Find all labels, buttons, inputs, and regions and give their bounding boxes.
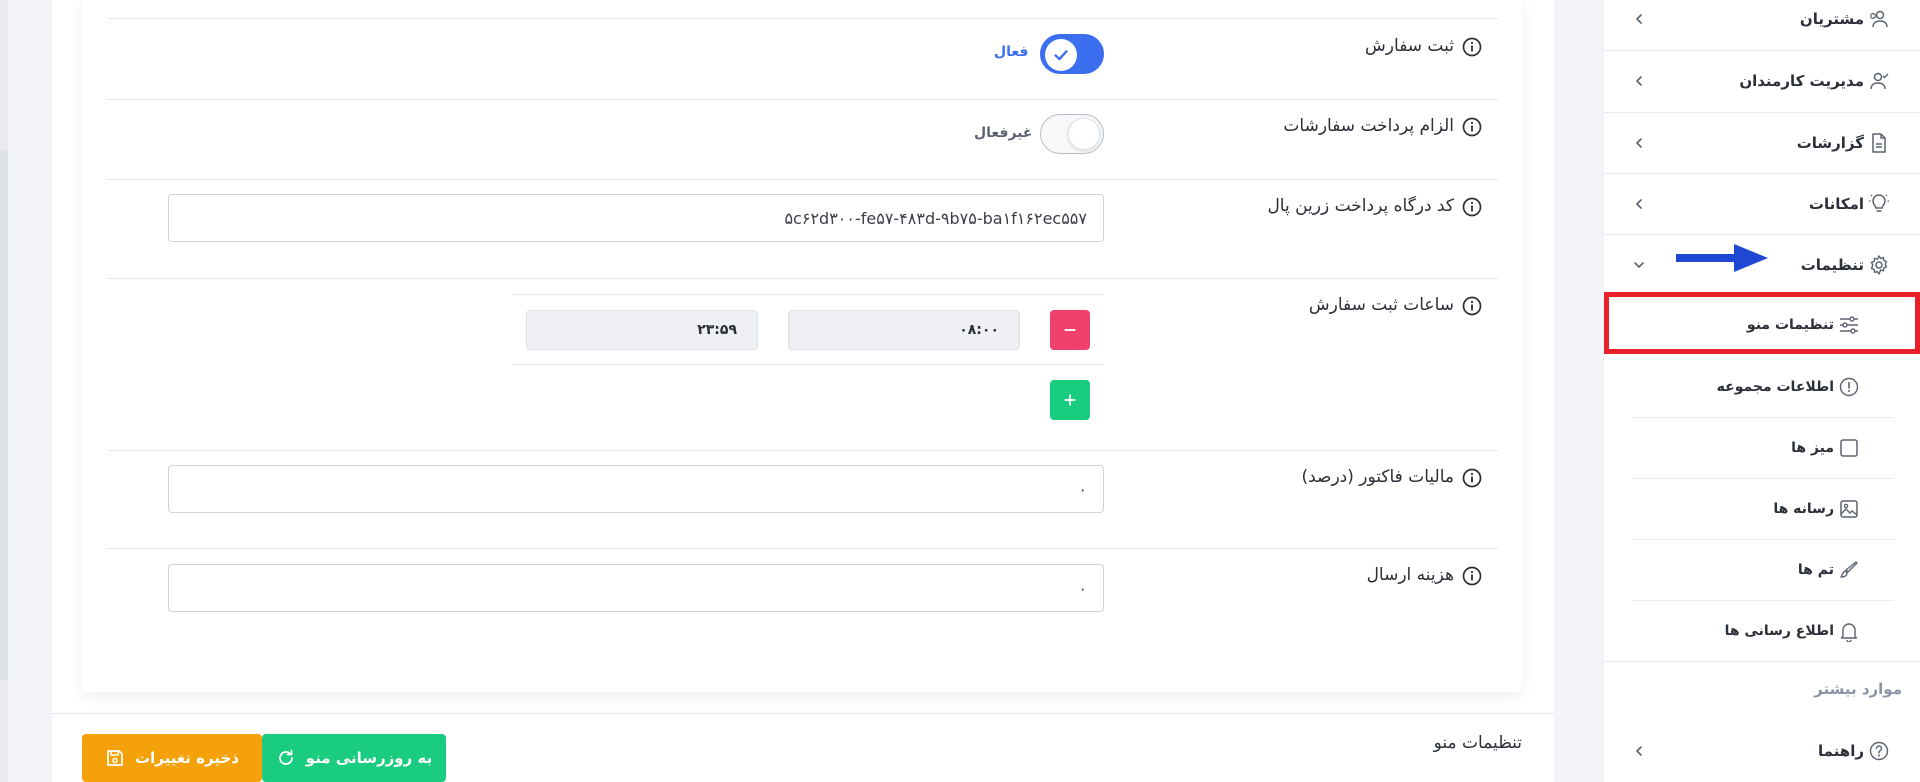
hours-box-divider xyxy=(512,364,1104,365)
add-hours-button[interactable] xyxy=(1050,380,1090,420)
sidebar-subitem-themes[interactable]: تم ها xyxy=(1632,539,1894,600)
row-divider xyxy=(108,18,1498,19)
row-divider xyxy=(108,179,1498,180)
remove-hours-button[interactable] xyxy=(1050,310,1090,350)
sidebar-subitem-label: میز ها xyxy=(1791,439,1834,456)
sidebar-subitem-label: تم ها xyxy=(1797,561,1834,578)
check-icon xyxy=(1054,50,1068,61)
toggle-knob xyxy=(1068,118,1100,150)
sidebar-item-reports[interactable]: گزارشات xyxy=(1604,112,1920,174)
info-icon[interactable] xyxy=(1462,296,1482,316)
chevron-left-icon xyxy=(1632,74,1646,88)
row-divider xyxy=(108,548,1498,549)
sidebar-item-label: تنظیمات xyxy=(1800,256,1864,274)
toggle-knob xyxy=(1045,39,1077,71)
sidebar-item-label: راهنما xyxy=(1818,742,1864,760)
footer-divider xyxy=(52,713,1554,714)
toggle-status-text: غیرفعال xyxy=(974,125,1033,141)
invoice-tax-label: مالیات فاکتور (درصد) xyxy=(1301,467,1454,487)
row-divider xyxy=(108,278,1498,279)
sidebar-subitem-label: رسانه ها xyxy=(1773,500,1834,517)
chevron-left-icon xyxy=(1632,12,1646,26)
save-icon xyxy=(107,750,123,766)
save-changes-label: ذخیره تغییرات xyxy=(135,749,239,767)
sidebar-item-label: گزارشات xyxy=(1796,134,1864,152)
sidebar-item-help[interactable]: راهنما xyxy=(1604,720,1920,782)
payment-required-label: الزام پرداخت سفارشات xyxy=(1283,116,1454,136)
chevron-left-icon xyxy=(1632,744,1646,758)
hours-to-input[interactable] xyxy=(526,310,758,350)
zarinpal-code-label: کد درگاه پرداخت زرین پال xyxy=(1267,196,1454,216)
toggle-status-text: فعال xyxy=(994,44,1029,60)
shipping-cost-label: هزینه ارسال xyxy=(1366,565,1454,585)
info-icon xyxy=(1838,376,1860,398)
sidebar-subitem-label: اطلاع رسانی ها xyxy=(1724,622,1834,639)
sidebar-item-features[interactable]: امکانات xyxy=(1604,173,1920,235)
info-icon[interactable] xyxy=(1462,566,1482,586)
sidebar-subitem-notifications[interactable]: اطلاع رسانی ها xyxy=(1632,600,1894,661)
annotation-arrow xyxy=(1676,244,1768,272)
help-icon xyxy=(1868,740,1890,762)
sidebar-item-employees[interactable]: مدیریت کارمندان xyxy=(1604,50,1920,112)
users-icon xyxy=(1868,8,1890,30)
gear-icon xyxy=(1868,254,1890,276)
info-icon[interactable] xyxy=(1462,37,1482,57)
payment-required-toggle[interactable] xyxy=(1040,114,1104,154)
refresh-menu-label: به روزرسانی منو xyxy=(305,749,433,767)
sidebar-subitem-venue-info[interactable]: اطلاعات مجموعه xyxy=(1632,356,1894,417)
refresh-menu-button[interactable]: به روزرسانی منو xyxy=(262,734,446,782)
info-icon[interactable] xyxy=(1462,468,1482,488)
refresh-icon xyxy=(278,749,293,765)
document-icon xyxy=(1868,132,1890,154)
hours-from-input[interactable] xyxy=(788,310,1020,350)
chevron-left-icon xyxy=(1632,136,1646,150)
chevron-left-icon xyxy=(1632,197,1646,211)
bulb-icon xyxy=(1868,193,1890,215)
sidebar-item-label: مشتریان xyxy=(1799,10,1864,28)
info-icon[interactable] xyxy=(1462,117,1482,137)
plus-icon xyxy=(1064,394,1076,406)
left-edge-strip xyxy=(0,0,8,782)
order-hours-label: ساعات ثبت سفارش xyxy=(1308,295,1454,315)
sidebar-item-label: مدیریت کارمندان xyxy=(1739,72,1864,90)
zarinpal-code-input[interactable] xyxy=(168,194,1104,242)
row-divider xyxy=(108,99,1498,100)
order-registration-label: ثبت سفارش xyxy=(1365,36,1454,56)
sidebar-item-customers[interactable]: مشتریان xyxy=(1604,0,1920,50)
sidebar-item-label: امکانات xyxy=(1808,195,1864,213)
user-check-icon xyxy=(1868,70,1890,92)
order-registration-toggle[interactable] xyxy=(1040,34,1104,74)
footer-title: تنظیمات منو xyxy=(1433,733,1522,753)
shipping-cost-input[interactable] xyxy=(168,564,1104,612)
bell-icon xyxy=(1838,620,1860,642)
chevron-down-icon xyxy=(1632,258,1646,272)
save-changes-button[interactable]: ذخیره تغییرات xyxy=(82,734,262,782)
sidebar-subitem-media[interactable]: رسانه ها xyxy=(1632,478,1894,539)
row-divider xyxy=(108,450,1498,451)
info-icon[interactable] xyxy=(1462,197,1482,217)
minus-icon xyxy=(1064,329,1076,331)
sidebar-gutter xyxy=(1554,0,1604,782)
sidebar-subitem-label: اطلاعات مجموعه xyxy=(1716,378,1834,395)
hours-box-top-line xyxy=(512,294,1104,295)
square-icon xyxy=(1838,437,1860,459)
sidebar-subitem-tables[interactable]: میز ها xyxy=(1632,417,1894,478)
more-items-heading: موارد بیشتر xyxy=(1814,680,1902,698)
brush-icon xyxy=(1838,559,1860,581)
invoice-tax-input[interactable] xyxy=(168,465,1104,513)
active-item-highlight xyxy=(1604,292,1920,354)
image-icon xyxy=(1838,498,1860,520)
nav-divider xyxy=(1604,661,1920,662)
